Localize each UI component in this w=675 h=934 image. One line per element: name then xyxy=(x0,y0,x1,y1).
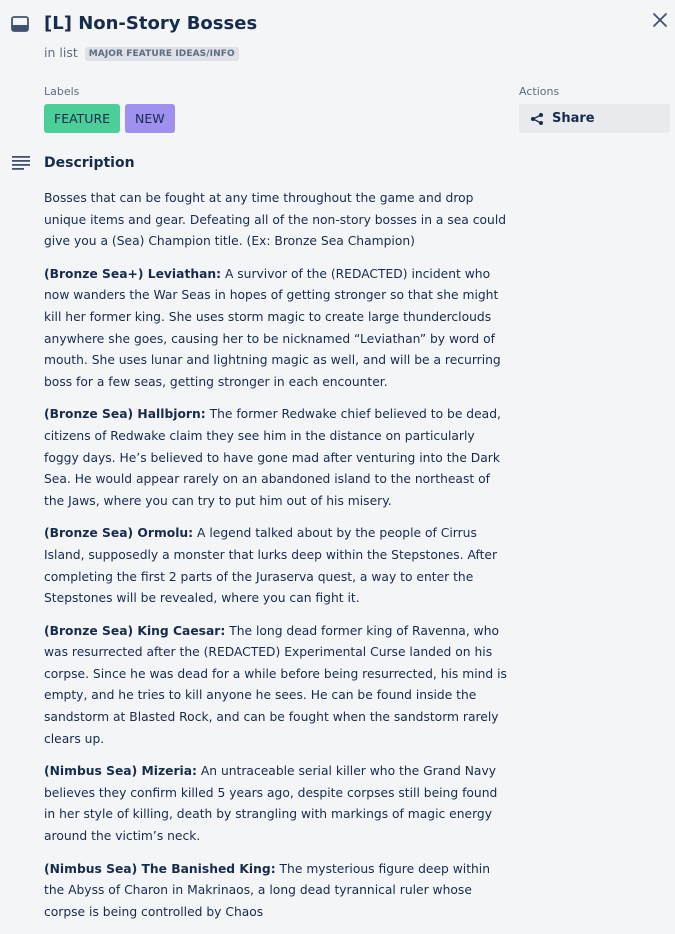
boss-name: (Bronze Sea) Hallbjorn: xyxy=(44,407,206,422)
boss-name: (Nimbus Sea) Mizeria: xyxy=(44,764,197,779)
share-label: Share xyxy=(552,111,595,126)
description-heading: Description xyxy=(44,155,135,171)
boss-name: (Bronze Sea+) Leviathan: xyxy=(44,266,222,281)
description-body[interactable]: Bosses that can be fought at any time th… xyxy=(44,188,510,934)
label-new[interactable]: NEW xyxy=(125,104,175,133)
paragraph-text: The long dead former king of Ravenna, wh… xyxy=(44,623,507,746)
card-title[interactable]: [L] Non-Story Bosses xyxy=(44,13,257,34)
description-paragraph: Bosses that can be fought at any time th… xyxy=(44,188,510,253)
description-paragraph: (Bronze Sea) Ormolu: A legend talked abo… xyxy=(44,523,510,609)
card-list-info: in list MAJOR FEATURE IDEAS/INFO xyxy=(44,45,239,61)
actions-heading: Actions xyxy=(519,85,560,98)
boss-name: (Bronze Sea) Ormolu: xyxy=(44,526,194,541)
boss-name: (Bronze Sea) King Caesar: xyxy=(44,623,226,638)
description-paragraph: (Bronze Sea) King Caesar: The long dead … xyxy=(44,621,510,751)
boss-name: (Nimbus Sea) The Banished King: xyxy=(44,861,276,876)
labels-heading: Labels xyxy=(44,85,80,98)
description-paragraph: (Bronze Sea+) Leviathan: A survivor of t… xyxy=(44,264,510,394)
description-icon xyxy=(12,156,30,170)
card-icon xyxy=(11,16,29,32)
description-paragraph: (Nimbus Sea) Mizeria: An untraceable ser… xyxy=(44,761,510,847)
list-name-badge[interactable]: MAJOR FEATURE IDEAS/INFO xyxy=(84,47,239,61)
description-paragraph: (Nimbus Sea) The Banished King: The myst… xyxy=(44,859,510,924)
description-paragraph: (Bronze Sea) Hallbjorn: The former Redwa… xyxy=(44,404,510,512)
paragraph-text: The former Redwake chief believed to be … xyxy=(44,407,501,508)
share-icon xyxy=(531,112,543,125)
paragraph-text: A survivor of the (REDACTED) incident wh… xyxy=(44,266,501,389)
share-button[interactable]: Share xyxy=(519,104,670,133)
label-feature[interactable]: FEATURE xyxy=(44,104,121,133)
in-list-prefix: in list xyxy=(44,45,78,60)
paragraph-text: Bosses that can be fought at any time th… xyxy=(44,191,507,249)
labels-list: FEATURE NEW xyxy=(44,104,175,133)
close-icon[interactable] xyxy=(650,10,670,30)
